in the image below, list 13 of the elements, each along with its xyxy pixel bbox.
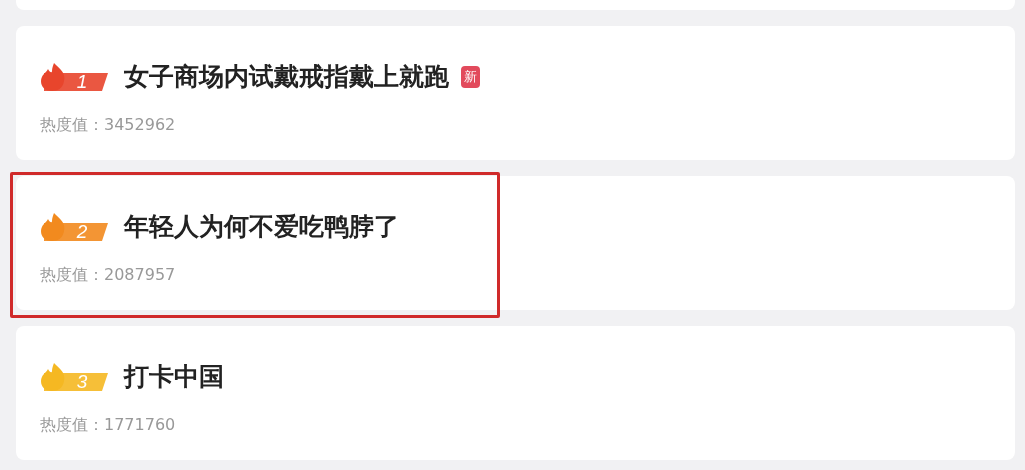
hot-list-card[interactable]: 2 年轻人为何不爱吃鸭脖了 热度值：2087957 bbox=[16, 176, 1015, 310]
topic-title[interactable]: 打卡中国 bbox=[124, 360, 224, 393]
hot-list-card[interactable]: 3 打卡中国 热度值：1771760 bbox=[16, 326, 1015, 460]
new-tag: 新 bbox=[461, 65, 480, 88]
heat-value: 2087957 bbox=[104, 265, 176, 286]
hot-list-card[interactable]: 1 女子商场内试戴戒指戴上就跑 新 热度值：3452962 bbox=[16, 26, 1015, 160]
topic-title[interactable]: 年轻人为何不爱吃鸭脖了 bbox=[124, 210, 399, 243]
heat-label: 热度值： bbox=[40, 415, 104, 436]
heat-label: 热度值： bbox=[40, 115, 104, 136]
heat-value: 3452962 bbox=[104, 115, 176, 136]
heat-label: 热度值： bbox=[40, 265, 104, 286]
heat-value: 1771760 bbox=[104, 415, 176, 436]
topic-title[interactable]: 女子商场内试戴戒指戴上就跑 bbox=[124, 60, 449, 93]
